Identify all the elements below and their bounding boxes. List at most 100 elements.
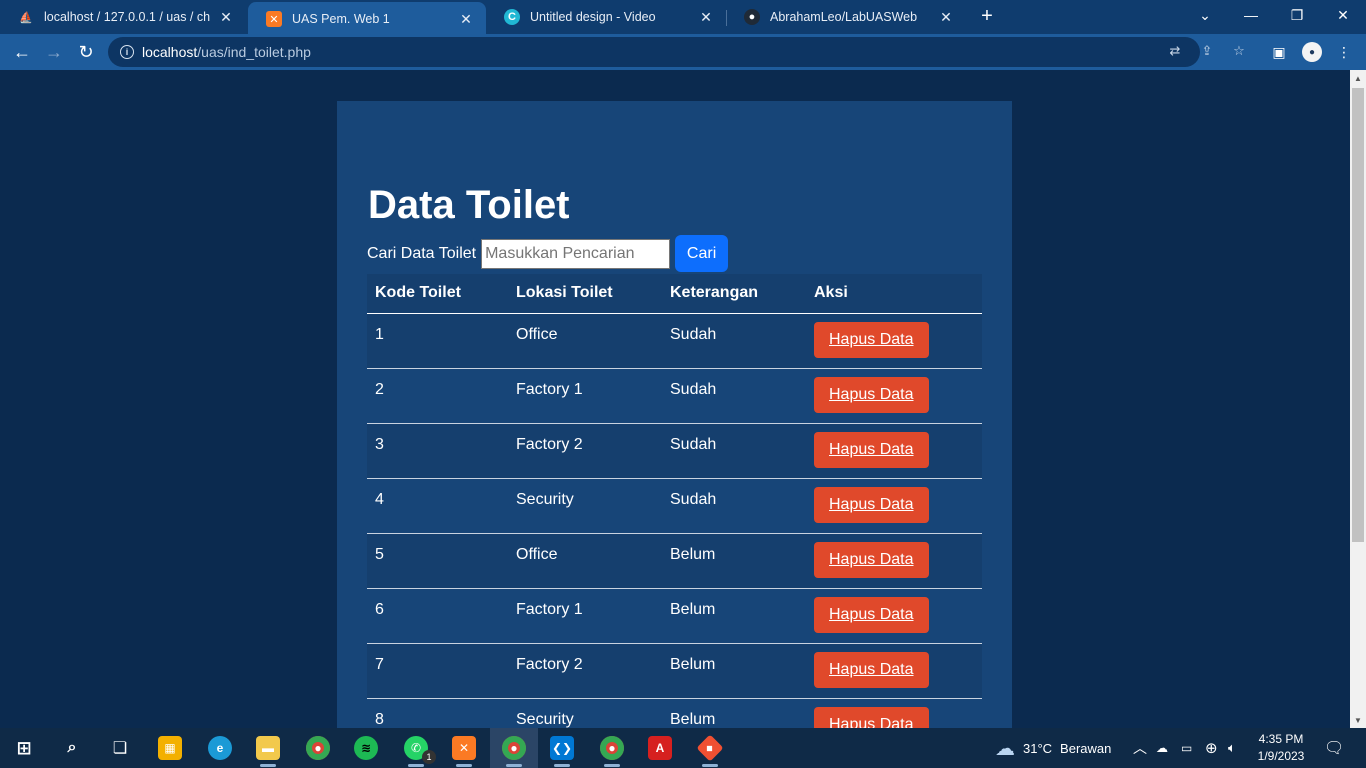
cell-lokasi: Factory 2	[508, 423, 662, 479]
delete-button[interactable]: Hapus Data	[814, 376, 929, 413]
close-icon[interactable]: ✕	[218, 9, 234, 26]
column-header-kode: Kode Toilet	[367, 274, 508, 314]
cell-aksi: Hapus Data	[806, 698, 982, 728]
delete-button[interactable]: Hapus Data	[814, 321, 929, 358]
cell-lokasi: Factory 1	[508, 588, 662, 644]
share-icon[interactable]: ⇪	[1198, 42, 1216, 60]
search-form: Cari Data Toilet Cari	[367, 235, 729, 272]
taskbar-clock[interactable]: 4:35 PM 1/9/2023	[1252, 731, 1310, 765]
bookmark-star-icon[interactable]: ☆	[1230, 42, 1248, 60]
page-viewport: Data Toilet Cari Data Toilet Cari Kode T…	[0, 70, 1350, 728]
close-window-button[interactable]: ✕	[1320, 0, 1366, 30]
close-icon[interactable]: ✕	[458, 11, 474, 28]
windows-logo-icon: ⊞	[16, 737, 32, 758]
cell-aksi: Hapus Data	[806, 368, 982, 424]
new-tab-button[interactable]: +	[976, 5, 998, 27]
battery-icon[interactable]: ▭	[1181, 728, 1192, 768]
task-view-icon: ❏	[112, 740, 128, 757]
taskbar-vscode[interactable]: ❮❯	[538, 728, 586, 768]
cell-aksi: Hapus Data	[806, 478, 982, 534]
cell-kode: 1	[367, 313, 508, 369]
taskbar-chrome[interactable]: ●	[294, 728, 342, 768]
tab-title: AbrahamLeo/LabUASWeb	[770, 10, 918, 24]
delete-button[interactable]: Hapus Data	[814, 706, 929, 728]
close-icon[interactable]: ✕	[698, 9, 714, 26]
delete-button[interactable]: Hapus Data	[814, 486, 929, 523]
cell-aksi: Hapus Data	[806, 423, 982, 479]
taskbar-file-explorer[interactable]: ▬	[244, 728, 292, 768]
tab-canva[interactable]: C Untitled design - Video ✕	[486, 0, 726, 34]
tab-search-chevron-icon[interactable]: ⌄	[1182, 0, 1228, 30]
url-host: localhost	[142, 44, 198, 60]
cell-keterangan: Sudah	[662, 423, 806, 479]
site-info-icon[interactable]: i	[120, 45, 134, 59]
delete-button[interactable]: Hapus Data	[814, 651, 929, 688]
close-icon[interactable]: ✕	[938, 9, 954, 26]
delete-button[interactable]: Hapus Data	[814, 541, 929, 578]
forward-arrow-icon[interactable]: →	[42, 40, 66, 64]
phpmyadmin-icon: ⛵	[19, 11, 33, 24]
profile-avatar[interactable]: ●	[1302, 42, 1322, 62]
task-view-button[interactable]: ❏	[96, 728, 144, 768]
search-icon: ⌕	[67, 739, 77, 756]
restore-button[interactable]: ❐	[1274, 0, 1320, 30]
notification-center-icon[interactable]: 🗨︎	[1324, 728, 1344, 768]
taskbar-whatsapp[interactable]: ✆ 1	[392, 728, 440, 768]
scroll-up-arrow-icon[interactable]: ▲	[1350, 70, 1366, 86]
minimize-button[interactable]: —	[1228, 0, 1274, 30]
taskbar-ms-store[interactable]: ▦	[146, 728, 194, 768]
chrome-icon: ●	[600, 736, 624, 760]
toilet-table: Kode Toilet Lokasi Toilet Keterangan Aks…	[367, 274, 982, 728]
taskbar-acrobat[interactable]: A	[636, 728, 684, 768]
search-button[interactable]: Cari	[675, 235, 729, 272]
back-arrow-icon[interactable]: ←	[10, 40, 34, 64]
cell-aksi: Hapus Data	[806, 643, 982, 699]
cell-lokasi: Office	[508, 313, 662, 369]
column-header-keterangan: Keterangan	[662, 274, 806, 314]
scroll-down-arrow-icon[interactable]: ▼	[1350, 712, 1366, 728]
reload-icon[interactable]: ↻	[74, 40, 98, 64]
globe-network-icon[interactable]: ⊕	[1205, 728, 1218, 768]
url-path: /uas/ind_toilet.php	[197, 44, 311, 60]
tab-title: Untitled design - Video	[530, 10, 656, 24]
delete-button[interactable]: Hapus Data	[814, 431, 929, 468]
weather-widget[interactable]: ☁ 31°C Berawan	[995, 728, 1111, 768]
cell-keterangan: Belum	[662, 698, 806, 728]
taskbar-chrome-active[interactable]: ●	[490, 728, 538, 768]
url-text: localhost/uas/ind_toilet.php	[142, 44, 311, 60]
search-input[interactable]	[481, 238, 671, 269]
side-panel-icon[interactable]: ▣	[1269, 42, 1289, 62]
cell-kode: 6	[367, 588, 508, 644]
content-card: Data Toilet Cari Data Toilet Cari Kode T…	[337, 101, 1012, 728]
cell-aksi: Hapus Data	[806, 588, 982, 644]
tab-uas-pem-web[interactable]: ✕ UAS Pem. Web 1 ✕	[248, 2, 486, 36]
onedrive-icon[interactable]: ☁	[1156, 728, 1168, 768]
menu-kebab-icon[interactable]: ⋮	[1334, 42, 1354, 62]
start-button[interactable]: ⊞	[0, 728, 48, 768]
taskbar-spotify[interactable]: ≋	[342, 728, 390, 768]
adobe-acrobat-icon: A	[648, 736, 672, 760]
table-row: 7 Factory 2 Belum Hapus Data	[367, 643, 982, 699]
taskbar-search-button[interactable]: ⌕	[48, 728, 96, 768]
taskbar-chrome-profile[interactable]: ●	[588, 728, 636, 768]
page-scrollbar[interactable]: ▲ ▼	[1350, 70, 1366, 728]
spotify-icon: ≋	[354, 736, 378, 760]
tray-overflow-chevron-icon[interactable]: ︿	[1133, 728, 1147, 768]
table-row: 2 Factory 1 Sudah Hapus Data	[367, 368, 982, 424]
scrollbar-thumb[interactable]	[1352, 88, 1364, 542]
cell-lokasi: Security	[508, 698, 662, 728]
taskbar-xampp[interactable]: ✕	[440, 728, 488, 768]
taskbar-edge[interactable]: e	[196, 728, 244, 768]
taskbar-git[interactable]: ◆	[686, 728, 734, 768]
tab-phpmyadmin[interactable]: ⛵ localhost / 127.0.0.1 / uas / check ✕	[0, 0, 246, 34]
clock-time: 4:35 PM	[1258, 732, 1304, 746]
address-bar[interactable]: i localhost/uas/ind_toilet.php	[108, 37, 1200, 67]
notification-badge: 1	[422, 750, 436, 764]
translate-icon[interactable]: ⇄	[1166, 42, 1184, 60]
cloud-icon: ☁	[995, 737, 1015, 760]
volume-icon[interactable]: 🔈︎	[1228, 728, 1236, 768]
tab-title: UAS Pem. Web 1	[292, 12, 390, 26]
tab-github[interactable]: ● AbrahamLeo/LabUASWeb ✕	[726, 0, 966, 34]
cell-kode: 7	[367, 643, 508, 699]
delete-button[interactable]: Hapus Data	[814, 596, 929, 633]
